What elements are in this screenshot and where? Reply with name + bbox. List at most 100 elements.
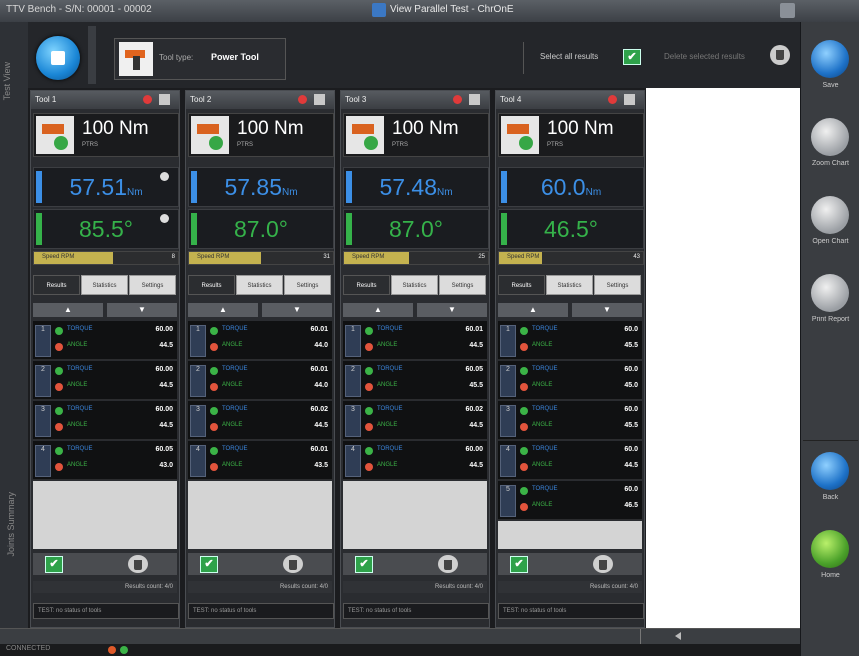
left-strip-top-label[interactable]: Test View	[2, 62, 12, 100]
tab-settings[interactable]: Settings	[284, 275, 331, 295]
maximize-panel-icon[interactable]	[159, 94, 170, 105]
result-angle-value: 44.5	[314, 422, 328, 429]
result-torque-value: 60.00	[465, 446, 483, 453]
result-row[interactable]: 3 TORQUE ANGLE 60.0 45.5	[498, 401, 642, 440]
result-row[interactable]: 4 TORQUE ANGLE 60.0 44.5	[498, 441, 642, 480]
result-row[interactable]: 2 TORQUE ANGLE 60.0 45.0	[498, 361, 642, 400]
scroll-up-button[interactable]: ▲	[33, 303, 103, 317]
result-number: 4	[345, 445, 361, 477]
close-panel-icon[interactable]	[453, 95, 462, 104]
speed-bar: Speed RPM 43	[498, 251, 644, 265]
result-row[interactable]: 4 TORQUE ANGLE 60.05 43.0	[33, 441, 177, 480]
select-results-checkbox[interactable]: ✔	[45, 556, 63, 573]
result-number: 1	[35, 325, 51, 357]
scroll-down-button[interactable]: ▼	[572, 303, 642, 317]
close-panel-icon[interactable]	[608, 95, 617, 104]
maximize-panel-icon[interactable]	[624, 94, 635, 105]
speed-value: 43	[633, 254, 640, 260]
torque-ok-icon	[210, 407, 218, 415]
results-count: Results count: 4/0	[498, 581, 642, 593]
select-all-checkbox[interactable]: ✔	[623, 49, 641, 65]
tab-results[interactable]: Results	[343, 275, 390, 295]
result-row[interactable]: 1 TORQUE ANGLE 60.01 44.5	[343, 321, 487, 360]
result-row[interactable]: 2 TORQUE ANGLE 60.00 44.5	[33, 361, 177, 400]
result-row[interactable]: 3 TORQUE ANGLE 60.02 44.5	[188, 401, 332, 440]
result-row[interactable]: 4 TORQUE ANGLE 60.01 43.5	[188, 441, 332, 480]
delete-results-button[interactable]	[593, 555, 613, 573]
tool-type-value: Power Tool	[211, 52, 259, 62]
result-angle-value: 44.5	[159, 342, 173, 349]
result-row[interactable]: 2 TORQUE ANGLE 60.05 45.5	[343, 361, 487, 400]
scroll-up-button[interactable]: ▲	[498, 303, 568, 317]
angle-unit: °	[123, 216, 133, 242]
maximize-panel-icon[interactable]	[314, 94, 325, 105]
scroll-down-button[interactable]: ▼	[107, 303, 177, 317]
close-panel-icon[interactable]	[298, 95, 307, 104]
result-row[interactable]: 3 TORQUE ANGLE 60.02 44.5	[343, 401, 487, 440]
window-center-title: View Parallel Test - ChrOnE	[390, 4, 514, 15]
save-icon[interactable]	[811, 40, 849, 78]
tab-results[interactable]: Results	[188, 275, 235, 295]
torque-ok-icon	[365, 447, 373, 455]
print-icon[interactable]	[811, 274, 849, 312]
result-row[interactable]: 3 TORQUE ANGLE 60.00 44.5	[33, 401, 177, 440]
panel-message-text: TEST: no status of tools	[348, 608, 412, 614]
left-strip-bottom-label[interactable]: Joints Summary	[6, 492, 16, 557]
close-panel-icon[interactable]	[143, 95, 152, 104]
result-angle-label: ANGLE	[67, 462, 88, 468]
result-angle-label: ANGLE	[222, 462, 243, 468]
result-angle-label: ANGLE	[377, 342, 398, 348]
minimize-button[interactable]	[780, 3, 795, 18]
delete-results-button[interactable]	[438, 555, 458, 573]
stop-button[interactable]	[36, 36, 80, 80]
scroll-up-button[interactable]: ▲	[188, 303, 258, 317]
angle-fail-icon	[520, 503, 528, 511]
delete-selected-button[interactable]	[770, 45, 790, 65]
result-row[interactable]: 4 TORQUE ANGLE 60.00 44.5	[343, 441, 487, 480]
select-results-checkbox[interactable]: ✔	[200, 556, 218, 573]
result-row[interactable]: 1 TORQUE ANGLE 60.01 44.0	[188, 321, 332, 360]
tab-statistics[interactable]: Statistics	[236, 275, 283, 295]
select-results-checkbox[interactable]: ✔	[355, 556, 373, 573]
angle-readout-value: 46.5°	[499, 216, 643, 243]
target-torque-value: 100 Nm	[82, 118, 149, 139]
delete-results-button[interactable]	[128, 555, 148, 573]
scroll-down-button[interactable]: ▼	[262, 303, 332, 317]
tool-status-icon	[36, 116, 74, 154]
result-row[interactable]: 5 TORQUE ANGLE 60.0 46.5	[498, 481, 642, 520]
tab-settings[interactable]: Settings	[594, 275, 641, 295]
select-results-checkbox[interactable]: ✔	[510, 556, 528, 573]
delete-results-button[interactable]	[283, 555, 303, 573]
status-ok-indicator	[120, 646, 128, 654]
scroll-down-button[interactable]: ▼	[417, 303, 487, 317]
scroll-up-button[interactable]: ▲	[343, 303, 413, 317]
tab-settings[interactable]: Settings	[439, 275, 486, 295]
result-angle-label: ANGLE	[67, 342, 88, 348]
tab-statistics[interactable]: Statistics	[546, 275, 593, 295]
target-torque-box: 100 Nm PTRS	[498, 113, 644, 157]
result-number: 2	[35, 365, 51, 397]
result-row[interactable]: 1 TORQUE ANGLE 60.0 45.5	[498, 321, 642, 360]
home-icon[interactable]	[811, 530, 849, 568]
result-angle-label: ANGLE	[67, 382, 88, 388]
result-number: 4	[35, 445, 51, 477]
tab-results[interactable]: Results	[33, 275, 80, 295]
app-icon	[372, 3, 386, 17]
tool-type-selector[interactable]: Tool type: Power Tool	[114, 38, 286, 80]
zoom-icon[interactable]	[811, 118, 849, 156]
scroll-left-icon[interactable]	[675, 632, 681, 640]
chart-icon[interactable]	[811, 196, 849, 234]
tab-settings[interactable]: Settings	[129, 275, 176, 295]
tool-panel: Tool 1 100 Nm PTRS 57.51Nm 85.5° Speed RPM 8 Re…	[30, 90, 180, 628]
tab-statistics[interactable]: Statistics	[81, 275, 128, 295]
result-row[interactable]: 1 TORQUE ANGLE 60.00 44.5	[33, 321, 177, 360]
result-angle-label: ANGLE	[532, 422, 553, 428]
maximize-panel-icon[interactable]	[469, 94, 480, 105]
window-left-title: TTV Bench - S/N: 00001 - 00002	[6, 4, 152, 15]
tool-type-label: Tool type:	[159, 53, 194, 62]
result-row[interactable]: 2 TORQUE ANGLE 60.01 44.0	[188, 361, 332, 400]
tab-results[interactable]: Results	[498, 275, 545, 295]
result-torque-value: 60.02	[310, 406, 328, 413]
tab-statistics[interactable]: Statistics	[391, 275, 438, 295]
back-icon[interactable]	[811, 452, 849, 490]
